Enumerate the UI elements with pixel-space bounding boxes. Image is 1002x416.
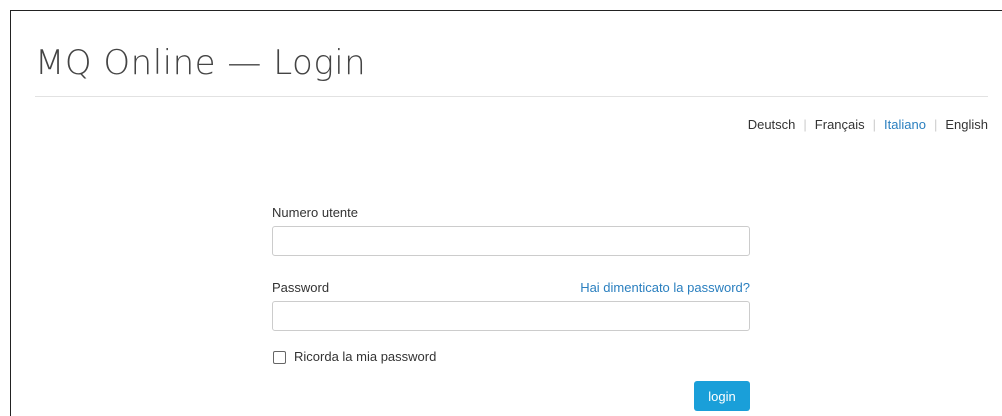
password-input[interactable] [272,301,750,331]
page-frame: MQ Online — Login Deutsch | Français | Itali… [10,10,1002,416]
title-divider [35,96,988,97]
remember-checkbox[interactable] [273,350,286,364]
forgot-password-link[interactable]: Hai dimenticato la password? [580,280,750,296]
button-row: login [272,381,750,411]
language-separator: | [803,117,807,132]
username-label: Numero utente [272,205,358,220]
login-form: Numero utente Password Hai dimenticato l… [272,205,750,411]
language-separator: | [872,117,877,132]
language-link-italiano[interactable]: Italiano [884,117,926,132]
remember-label: Ricorda la mia password [294,349,437,364]
password-group: Password Hai dimenticato la password? [272,280,750,331]
username-input[interactable] [272,226,750,256]
password-label: Password [272,280,330,295]
language-link-english[interactable]: English [945,117,988,132]
login-button[interactable]: login [694,381,750,411]
language-switcher: Deutsch | Français | Italiano | English [748,116,988,134]
language-link-deutsch[interactable]: Deutsch [748,117,796,132]
username-group: Numero utente [272,205,750,256]
language-link-francais[interactable]: Français [815,117,865,132]
page-title: MQ Online — Login [35,43,367,83]
remember-row: Ricorda la mia password [272,349,750,365]
password-label-row: Password Hai dimenticato la password? [272,280,750,296]
language-separator: | [933,117,938,132]
